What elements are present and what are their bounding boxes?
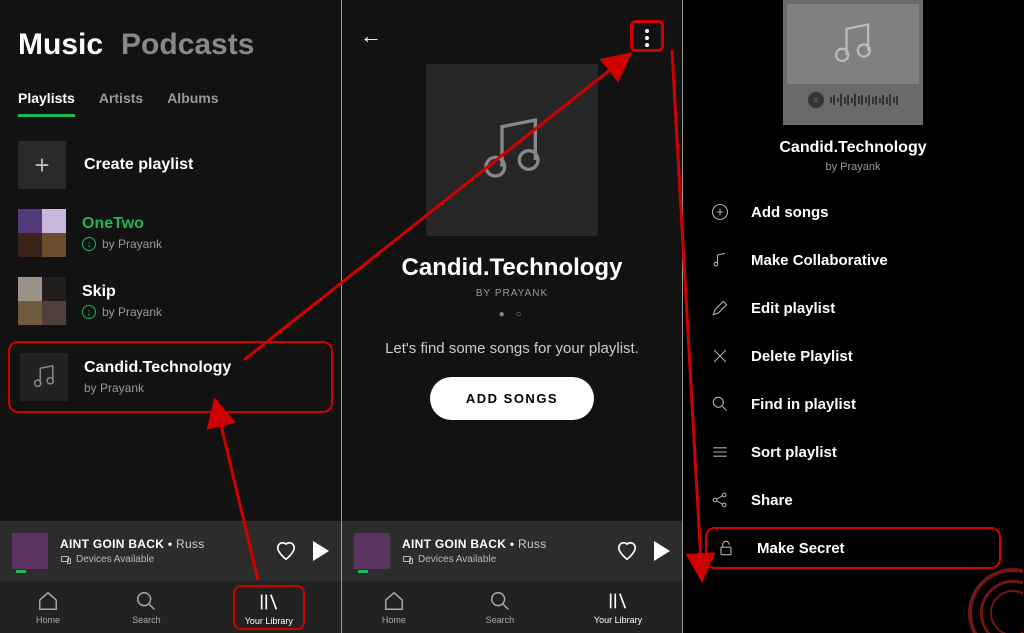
create-playlist-row[interactable]: + Create playlist	[0, 131, 341, 199]
playlist-share-card	[783, 0, 923, 125]
downloaded-icon: ↓	[82, 305, 96, 319]
playlist-menu-title: Candid.Technology	[683, 139, 1023, 157]
devices-available[interactable]: Devices Available	[402, 554, 604, 566]
menu-sort-playlist[interactable]: Sort playlist	[705, 431, 1001, 473]
create-playlist-label: Create playlist	[84, 156, 193, 174]
add-songs-button[interactable]: ADD SONGS	[430, 377, 594, 420]
music-note-icon	[827, 18, 879, 70]
bottom-nav: Home Search Your Library	[0, 581, 341, 633]
now-playing-bar[interactable]: AINT GOIN BACK • Russ Devices Available	[0, 521, 341, 581]
nav-home[interactable]: Home	[382, 590, 406, 625]
playlist-cover	[426, 64, 598, 236]
sort-icon	[709, 441, 731, 463]
tab-music[interactable]: Music	[18, 28, 103, 62]
playlist-row-skip[interactable]: Skip ↓by Prayank	[0, 267, 341, 335]
subtab-artists[interactable]: Artists	[99, 90, 143, 117]
home-icon	[37, 590, 59, 612]
tab-podcasts[interactable]: Podcasts	[121, 28, 254, 62]
x-icon	[709, 345, 731, 367]
search-icon	[489, 590, 511, 612]
nav-library[interactable]: Your Library	[594, 590, 642, 625]
library-icon	[607, 590, 629, 612]
playlist-art	[18, 209, 66, 257]
library-header: Music Podcasts	[0, 0, 341, 72]
playlist-row-onetwo[interactable]: OneTwo ↓by Prayank	[0, 199, 341, 267]
playlist-menu-author: by Prayank	[683, 161, 1023, 173]
menu-delete-playlist[interactable]: Delete Playlist	[705, 335, 1001, 377]
nav-search[interactable]: Search	[132, 590, 161, 625]
pencil-icon	[709, 297, 731, 319]
now-playing-art	[12, 533, 48, 569]
back-icon[interactable]: ←	[360, 23, 382, 49]
playlist-title: Skip	[82, 283, 162, 301]
music-note-icon	[472, 110, 552, 190]
bottom-nav: Home Search Your Library	[342, 581, 682, 633]
play-icon[interactable]	[654, 541, 670, 561]
devices-icon	[402, 554, 414, 566]
menu-edit-playlist[interactable]: Edit playlist	[705, 287, 1001, 329]
menu-find-in-playlist[interactable]: Find in playlist	[705, 383, 1001, 425]
playlist-art	[20, 353, 68, 401]
lock-icon	[715, 537, 737, 559]
downloaded-icon: ↓	[82, 237, 96, 251]
playlist-detail-author: BY PRAYANK	[342, 288, 682, 299]
menu-make-secret[interactable]: Make Secret	[705, 527, 1001, 569]
menu-make-collaborative[interactable]: Make Collaborative	[705, 239, 1001, 281]
nav-search[interactable]: Search	[486, 590, 515, 625]
playlist-art	[18, 277, 66, 325]
spotify-code	[808, 92, 899, 108]
now-playing-art	[354, 533, 390, 569]
plus-icon: +	[18, 141, 66, 189]
now-playing-bar[interactable]: AINT GOIN BACK • Russ Devices Available	[342, 521, 682, 581]
home-icon	[383, 590, 405, 612]
music-note-icon	[29, 362, 59, 392]
panel-playlist-options: Candid.Technology by Prayank Add songs M…	[682, 0, 1023, 633]
empty-playlist-message: Let's find some songs for your playlist.	[382, 340, 642, 357]
now-playing-title: AINT GOIN BACK • Russ	[60, 537, 263, 551]
search-icon	[135, 590, 157, 612]
collaborative-icon	[709, 249, 731, 271]
panel-playlist-detail: ← Candid.Technology BY PRAYANK ● ○ Let's…	[341, 0, 682, 633]
heart-icon[interactable]	[275, 540, 297, 562]
playlist-subtitle: ↓by Prayank	[82, 237, 162, 251]
search-icon	[709, 393, 731, 415]
annotation-highlight-more	[630, 20, 664, 52]
more-options-icon[interactable]	[641, 27, 653, 49]
play-icon[interactable]	[313, 541, 329, 561]
panel-library: Music Podcasts Playlists Artists Albums …	[0, 0, 341, 633]
nav-library[interactable]: Your Library	[233, 585, 305, 630]
plus-circle-icon	[709, 201, 731, 223]
playlist-subtitle: by Prayank	[84, 381, 231, 395]
playlist-title: OneTwo	[82, 215, 162, 233]
subtab-albums[interactable]: Albums	[167, 90, 218, 117]
playlist-row-candid[interactable]: Candid.Technology by Prayank	[8, 341, 333, 413]
watermark-logo	[968, 568, 1023, 633]
share-icon	[709, 489, 731, 511]
devices-icon	[60, 554, 72, 566]
menu-share[interactable]: Share	[705, 479, 1001, 521]
subtab-playlists[interactable]: Playlists	[18, 90, 75, 117]
heart-icon[interactable]	[616, 540, 638, 562]
menu-add-songs[interactable]: Add songs	[705, 191, 1001, 233]
nav-home[interactable]: Home	[36, 590, 60, 625]
devices-available[interactable]: Devices Available	[60, 554, 263, 566]
playlist-subtitle: ↓by Prayank	[82, 305, 162, 319]
now-playing-title: AINT GOIN BACK • Russ	[402, 537, 604, 551]
library-icon	[258, 591, 280, 613]
page-indicator: ● ○	[342, 309, 682, 320]
playlist-detail-title: Candid.Technology	[342, 254, 682, 282]
spotify-logo-icon	[808, 92, 824, 108]
playlist-title: Candid.Technology	[84, 359, 231, 377]
